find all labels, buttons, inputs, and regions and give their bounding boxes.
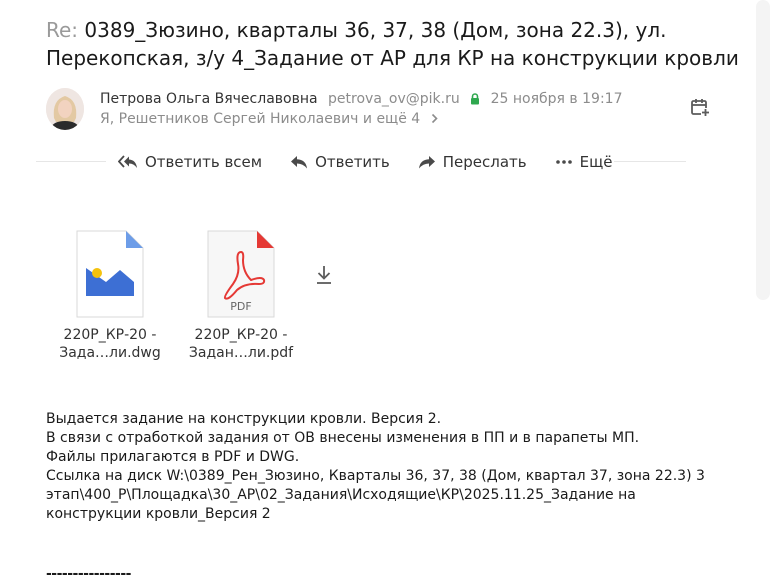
message-body: Выдается задание на конструкции кровли. … — [46, 410, 726, 524]
avatar-photo-icon — [46, 88, 84, 130]
reply-all-icon — [118, 155, 137, 168]
image-file-icon — [76, 230, 144, 318]
sender-email[interactable]: petrova_ov@pik.ru — [328, 91, 460, 107]
sender-avatar[interactable] — [46, 88, 84, 130]
subject-reply-prefix: Re: — [46, 18, 79, 42]
reply-all-button[interactable]: Ответить всем — [118, 153, 262, 171]
sender-line: Петрова Ольга Вячеславовна petrova_ov@pi… — [100, 90, 622, 108]
body-line: Файлы прилагаются в PDF и DWG. — [46, 449, 300, 465]
body-line: Выдается задание на конструкции кровли. … — [46, 411, 442, 427]
subject-line-2: Перекопская, з/у 4_Задание от АР для КР … — [46, 46, 739, 70]
recipients-text: Я, Решетников Сергей Николаевич и ещё 4 — [100, 111, 421, 127]
forward-label: Переслать — [442, 153, 527, 171]
message-toolbar: Ответить всем Ответить Переслать Ещё — [118, 151, 640, 173]
attachment-dwg-name-line2: Зада…ли.dwg — [59, 345, 161, 361]
more-label: Ещё — [579, 153, 613, 171]
scrollbar[interactable] — [756, 0, 770, 300]
attachment-dwg-name-line1: 220Р_КР-20 - — [63, 327, 157, 343]
more-button[interactable]: Ещё — [555, 153, 613, 171]
subject-line-1: 0389_Зюзино, кварталы 36, 37, 38 (Дом, з… — [84, 18, 667, 42]
sender-name[interactable]: Петрова Ольга Вячеславовна — [100, 91, 318, 107]
email-view: Re: 0389_Зюзино, кварталы 36, 37, 38 (До… — [0, 0, 770, 586]
body-line: В связи с отработкой задания от ОВ внесе… — [46, 430, 640, 446]
body-line: этап\400_Р\Площадка\30_АР\02_Задания\Исх… — [46, 487, 636, 503]
pdf-label: PDF — [230, 300, 251, 313]
reply-label: Ответить — [315, 153, 390, 171]
email-subject: Re: 0389_Зюзино, кварталы 36, 37, 38 (До… — [46, 16, 746, 72]
add-to-calendar-icon[interactable] — [690, 97, 710, 117]
download-icon[interactable] — [314, 264, 334, 286]
attachment-dwg-name: 220Р_КР-20 - Зада…ли.dwg — [50, 326, 170, 362]
chevron-right-icon — [431, 113, 438, 124]
attachment-pdf-name-line2: Задан…ли.pdf — [188, 345, 294, 361]
attachment-pdf-name-line1: 220Р_КР-20 - — [194, 327, 288, 343]
attachment-pdf-name: 220Р_КР-20 - Задан…ли.pdf — [181, 326, 301, 362]
attachment-pdf[interactable]: PDF 220Р_КР-20 - Задан…ли.pdf — [181, 230, 301, 362]
forward-button[interactable]: Переслать — [418, 153, 527, 171]
attachment-dwg[interactable]: 220Р_КР-20 - Зада…ли.dwg — [50, 230, 170, 362]
signature-separator: ---------------- — [46, 566, 131, 582]
body-line: Ссылка на диск W:\0389_Рен_Зюзино, Кварт… — [46, 468, 705, 484]
toolbar-divider-left — [36, 161, 106, 162]
pdf-file-icon: PDF — [207, 230, 275, 318]
forward-icon — [418, 156, 435, 169]
more-dots-icon — [555, 160, 572, 164]
reply-all-label: Ответить всем — [145, 153, 263, 171]
recipients-toggle[interactable]: Я, Решетников Сергей Николаевич и ещё 4 — [100, 110, 438, 128]
body-line: конструкции кровли_Версия 2 — [46, 506, 271, 522]
lock-icon — [471, 93, 480, 105]
reply-button[interactable]: Ответить — [290, 153, 390, 171]
sent-date: 25 ноября в 19:17 — [490, 91, 623, 107]
reply-icon — [291, 156, 308, 169]
